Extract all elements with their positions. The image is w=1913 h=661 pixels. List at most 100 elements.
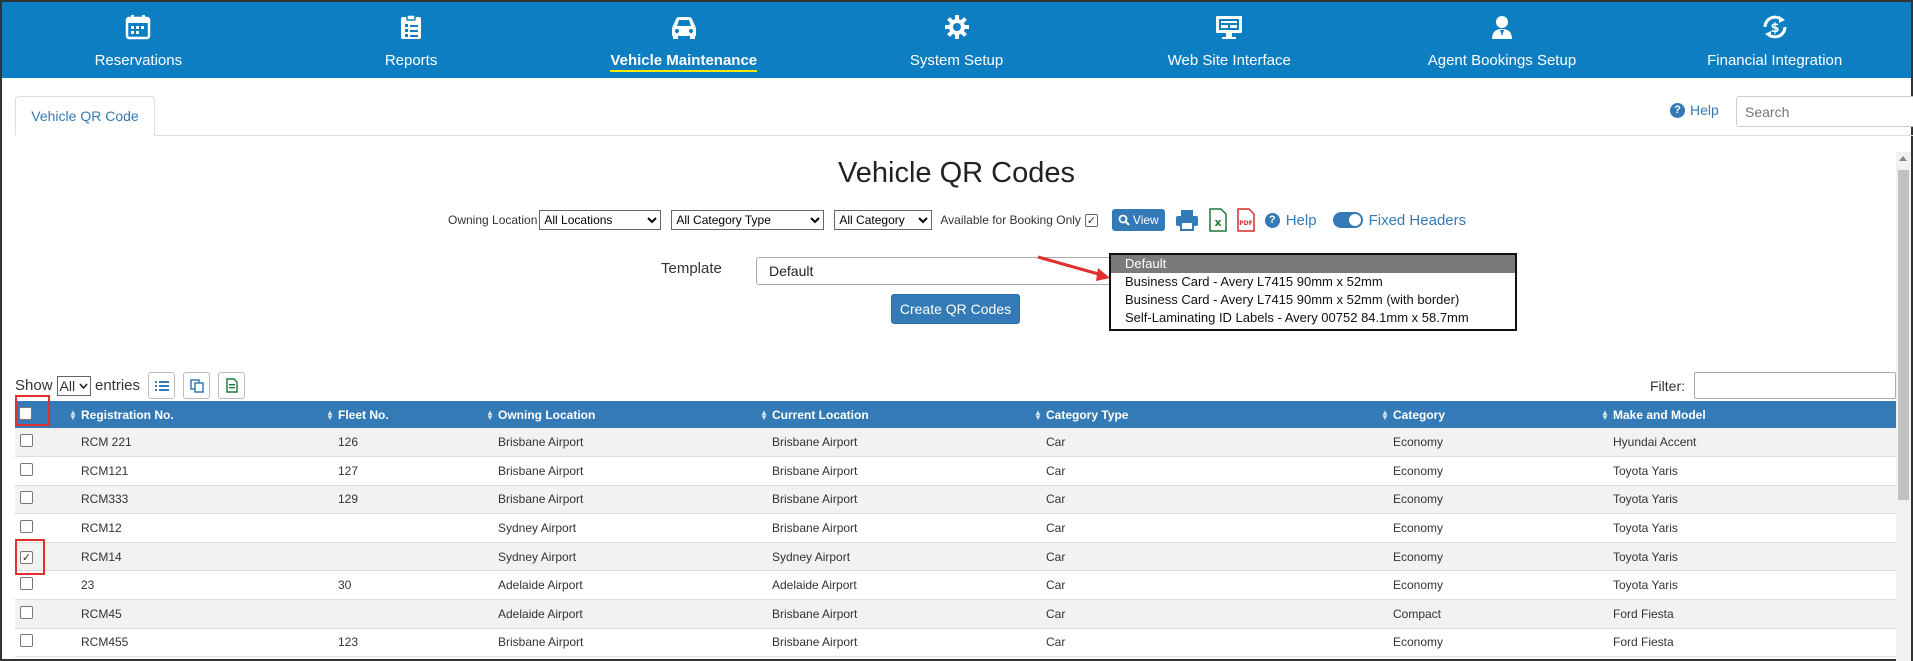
available-for-booking-label: Available for Booking Only — [940, 213, 1081, 227]
nav-label: Agent Bookings Setup — [1427, 52, 1577, 69]
table-cell: Economy — [1381, 513, 1601, 543]
table-cell — [326, 599, 486, 629]
column-header[interactable]: ▲ ▼ Registration No. — [69, 401, 326, 428]
table-row[interactable]: RCM333 129 Brisbane Airport Brisbane Airpor… — [15, 485, 1897, 515]
row-checkbox[interactable] — [20, 491, 33, 505]
print-icon[interactable] — [1175, 209, 1199, 231]
row-checkbox[interactable] — [20, 605, 33, 619]
owning-location-select[interactable]: All Locations — [539, 210, 662, 230]
copy-icon — [189, 378, 204, 393]
row-checkbox[interactable] — [20, 577, 33, 591]
table-cell: Brisbane Airport — [760, 456, 1034, 486]
nav-label: Vehicle Maintenance — [610, 52, 758, 72]
agent-icon — [1487, 12, 1517, 42]
page-title: Vehicle QR Codes — [838, 157, 1075, 189]
table-row[interactable]: RCM45 Adelaide Airport Brisbane Airport Car… — [15, 599, 1897, 629]
entries-value: All — [59, 377, 76, 394]
row-select-cell — [15, 599, 69, 629]
table-cell: Adelaide Airport — [486, 599, 760, 629]
column-header[interactable]: ▲ ▼ Make and Model — [1601, 401, 1897, 428]
column-header[interactable]: ▲ ▼ Current Location — [760, 401, 1034, 428]
view-button[interactable]: View — [1111, 209, 1165, 231]
column-list-button[interactable] — [148, 372, 176, 399]
template-option[interactable]: Default — [1111, 255, 1515, 273]
table-cell: Brisbane Airport — [486, 456, 760, 486]
tab-vehicle-qr-code[interactable]: Vehicle QR Code — [15, 96, 155, 136]
template-option[interactable]: Business Card - Avery L7415 90mm x 52mm … — [1111, 291, 1515, 309]
table-cell: Toyota Yaris — [1601, 456, 1897, 486]
table-cell: Car — [1034, 599, 1381, 629]
table-row[interactable]: RCM12 Sydney Airport Brisbane Airport Car Ec… — [15, 513, 1897, 543]
table-cell: Economy — [1381, 542, 1601, 572]
nav-label: Financial Integration — [1707, 52, 1843, 69]
table-cell: Toyota Yaris — [1601, 485, 1897, 515]
table-cell: RCM 221 — [69, 428, 326, 458]
table-cell: 30 — [326, 570, 486, 601]
template-option[interactable]: Self-Laminating ID Labels - Avery 00752 … — [1111, 309, 1515, 327]
fixed-headers-toggle[interactable] — [1332, 212, 1363, 228]
nav-vehicle-maintenance[interactable]: Vehicle Maintenance — [547, 2, 820, 78]
category-type-select[interactable]: All Category Type — [671, 210, 825, 230]
column-header[interactable]: ▲ ▼ Category — [1381, 401, 1601, 428]
template-option[interactable]: Business Card - Avery L7415 90mm x 52mm — [1111, 273, 1515, 291]
nav-web-site-interface[interactable]: Web Site Interface — [1093, 2, 1366, 78]
table-row[interactable]: RCM121 127 Brisbane Airport Brisbane Airpor… — [15, 456, 1897, 486]
category-select[interactable]: All Category — [834, 210, 933, 230]
nav-financial-integration[interactable]: $ Financial Integration — [1638, 2, 1911, 78]
table-cell: Adelaide Airport — [486, 570, 760, 601]
table-filter-input[interactable] — [1694, 372, 1896, 399]
table-filter-label: Filter: — [1650, 378, 1685, 394]
nav-system-setup[interactable]: System Setup — [820, 2, 1093, 78]
available-for-booking-checkbox[interactable]: ✓ — [1084, 213, 1098, 227]
sort-icon: ▲ ▼ — [69, 408, 77, 423]
sort-icon: ▲ ▼ — [1034, 408, 1042, 423]
sort-icon: ▲ ▼ — [1601, 408, 1609, 423]
table-row[interactable]: 23 30 Adelaide Airport Adelaide Airport Car E… — [15, 570, 1897, 601]
copy-button[interactable] — [183, 372, 211, 399]
nav-label: Reports — [384, 52, 438, 69]
excel-icon[interactable]: x — [1208, 208, 1227, 232]
table-row[interactable]: ✓ RCM14 Sydney Airport Sydney Airport Car Eco… — [15, 542, 1897, 572]
nav-reservations[interactable]: Reservations — [2, 2, 275, 78]
table-row[interactable]: RCM 221 126 Brisbane Airport Brisbane Airpo… — [15, 428, 1897, 458]
pdf-icon[interactable]: PDF — [1236, 208, 1255, 232]
help-link[interactable]: ? Help — [1670, 102, 1719, 118]
row-checkbox[interactable] — [20, 462, 33, 476]
column-header[interactable]: ▲ ▼ Category Type — [1034, 401, 1381, 428]
table-cell: RCM455 — [69, 628, 326, 658]
column-header[interactable]: ▲ ▼ Fleet No. — [326, 401, 486, 428]
row-select-cell — [15, 428, 69, 458]
table-cell: Brisbane Airport — [486, 628, 760, 658]
row-checkbox[interactable] — [20, 520, 33, 534]
refresh-dollar-icon: $ — [1760, 12, 1790, 42]
create-qr-codes-button[interactable]: Create QR Codes — [891, 294, 1020, 324]
table-cell: 126 — [326, 428, 486, 458]
view-label: View — [1132, 213, 1159, 227]
table-cell: Car — [1034, 456, 1381, 486]
table-cell: 123 — [326, 628, 486, 658]
template-label: Template — [661, 260, 722, 277]
search-icon — [1118, 214, 1130, 226]
search-input[interactable] — [1736, 96, 1913, 127]
scroll-up-arrow-icon[interactable] — [1899, 156, 1907, 161]
question-icon: ? — [1264, 212, 1280, 228]
row-checkbox[interactable] — [20, 634, 33, 648]
column-header[interactable]: ▲ ▼ Owning Location — [486, 401, 760, 428]
vehicles-table: ▲ ▼ Registration No. ▲ ▼ Fleet No. ▲ ▼ Owning … — [15, 401, 1897, 658]
scroll-thumb[interactable] — [1898, 170, 1909, 500]
table-cell: RCM12 — [69, 513, 326, 543]
nav-reports[interactable]: Reports — [275, 2, 548, 78]
table-cell: RCM45 — [69, 599, 326, 629]
table-cell: Brisbane Airport — [760, 599, 1034, 629]
entries-select[interactable]: All — [56, 375, 91, 396]
table-row[interactable]: RCM455 123 Brisbane Airport Brisbane Airpor… — [15, 628, 1897, 658]
table-cell: Sydney Airport — [760, 542, 1034, 572]
help-link-filters[interactable]: ? Help — [1264, 212, 1317, 229]
nav-agent-bookings-setup[interactable]: Agent Bookings Setup — [1366, 2, 1639, 78]
table-cell: 23 — [69, 570, 326, 601]
tab-bar: Vehicle QR Code — [15, 96, 1913, 136]
csv-export-button[interactable] — [218, 372, 246, 399]
svg-text:$: $ — [1770, 21, 1779, 36]
row-checkbox[interactable] — [20, 434, 33, 448]
page-scrollbar[interactable] — [1896, 152, 1911, 661]
